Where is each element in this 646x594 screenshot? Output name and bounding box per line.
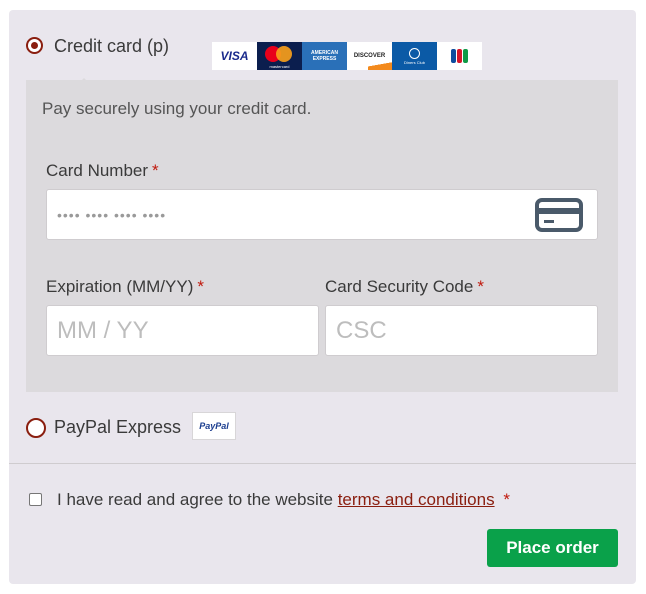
expiration-input[interactable] — [47, 306, 318, 355]
amex-logo: AMERICAN EXPRESS — [302, 42, 347, 70]
required-marker: * — [477, 277, 484, 296]
credit-card-label[interactable]: Credit card (p) — [54, 36, 169, 57]
radio-selected-dot — [31, 42, 38, 49]
card-number-input[interactable] — [47, 190, 597, 239]
card-brand-logos: VISA mastercard AMERICAN EXPRESS DISCOVE… — [212, 42, 482, 70]
credit-card-radio[interactable] — [26, 37, 43, 54]
card-number-label: Card Number * — [46, 161, 159, 180]
card-number-field[interactable] — [46, 189, 598, 240]
visa-logo: VISA — [212, 42, 257, 70]
payment-panel: Credit card (p) VISA mastercard AMERICAN… — [9, 10, 636, 584]
paypal-label[interactable]: PayPal Express — [54, 417, 181, 438]
csc-label: Card Security Code * — [325, 277, 484, 296]
paypal-radio[interactable] — [26, 418, 46, 438]
section-divider — [9, 463, 636, 464]
required-marker: * — [197, 277, 204, 296]
jcb-logo — [437, 42, 482, 70]
payment-description: Pay securely using your credit card. — [42, 99, 312, 118]
discover-logo: DISCOVER — [347, 42, 392, 70]
required-marker: * — [503, 490, 510, 509]
diners-club-logo: Diners Club — [392, 42, 437, 70]
terms-link[interactable]: terms and conditions — [338, 490, 495, 509]
csc-input[interactable] — [326, 306, 597, 355]
paypal-logo: PayPal — [192, 412, 236, 440]
credit-card-form: Pay securely using your credit card. Car… — [26, 80, 618, 392]
mastercard-logo: mastercard — [257, 42, 302, 70]
terms-checkbox[interactable] — [29, 493, 42, 506]
csc-field[interactable] — [325, 305, 598, 356]
expiration-label: Expiration (MM/YY) * — [46, 277, 204, 296]
place-order-button[interactable]: Place order — [487, 529, 618, 567]
expiration-field[interactable] — [46, 305, 319, 356]
terms-text: I have read and agree to the website ter… — [57, 490, 510, 509]
required-marker: * — [152, 161, 159, 180]
credit-card-icon — [535, 198, 583, 232]
